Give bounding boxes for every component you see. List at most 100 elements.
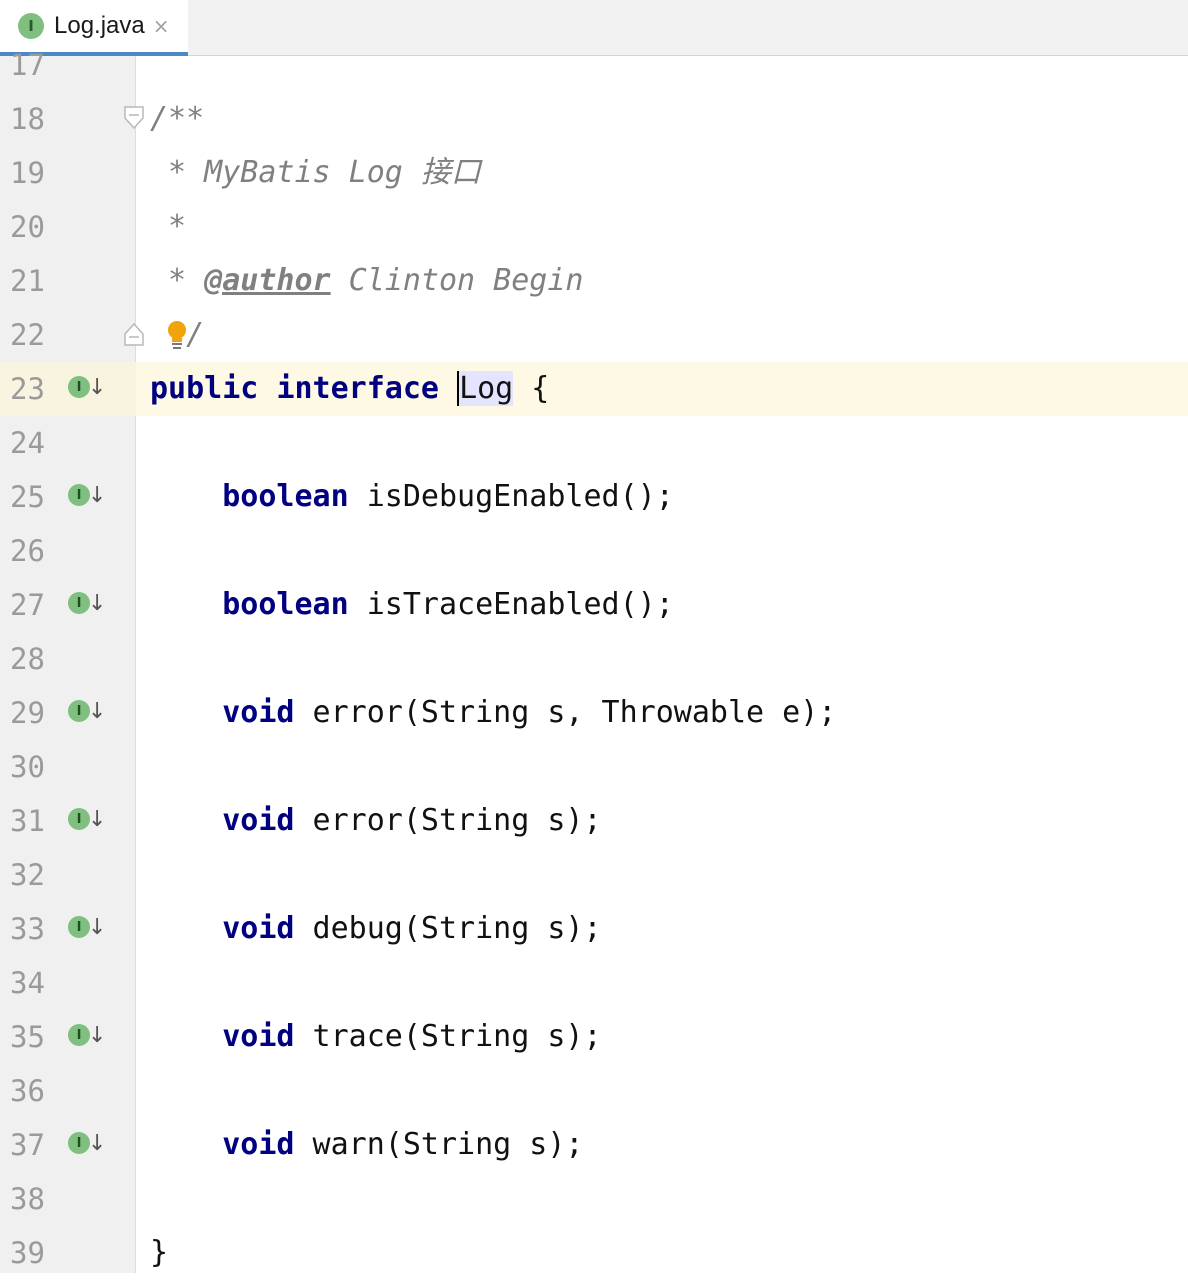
- line-number: 32: [10, 858, 45, 892]
- gutter-cell: 22: [0, 308, 136, 362]
- code-line: 21 * @author Clinton Begin: [0, 254, 1188, 308]
- interface-badge-icon: I: [68, 376, 90, 398]
- javadoc-tag: @author: [204, 263, 331, 298]
- gutter-cell: 31 I ↓: [0, 794, 136, 848]
- code-line: 34: [0, 956, 1188, 1010]
- gutter-cell: 32: [0, 848, 136, 902]
- implemented-by-icon[interactable]: I ↓: [68, 699, 107, 728]
- line-number: 38: [10, 1182, 45, 1216]
- line-number: 35: [10, 1020, 45, 1054]
- code-text: boolean isTraceEnabled();: [150, 578, 674, 632]
- line-number: 25: [10, 480, 45, 514]
- gutter-cell: 37 I ↓: [0, 1118, 136, 1172]
- code-rest: {: [513, 371, 550, 406]
- gutter-cell: 39: [0, 1226, 136, 1280]
- interface-badge-icon: I: [68, 808, 90, 830]
- line-number: 31: [10, 804, 45, 838]
- line-number: 39: [10, 1236, 45, 1270]
- keyword: void: [222, 695, 295, 730]
- implemented-by-icon[interactable]: I ↓: [68, 484, 106, 512]
- code-line: 29 I ↓ void error(String s, Throwable e);: [0, 686, 1188, 740]
- implemented-by-icon[interactable]: I ↓: [68, 1131, 107, 1160]
- code-line: 30: [0, 740, 1188, 794]
- keyword: public: [150, 371, 259, 406]
- code-line: 27 I ↓ boolean isTraceEnabled();: [0, 578, 1188, 632]
- line-number: 36: [10, 1074, 45, 1108]
- interface-file-icon: I: [18, 13, 44, 39]
- code-line: 24: [0, 416, 1188, 470]
- implemented-by-icon[interactable]: I ↓: [68, 1023, 107, 1052]
- code-line: 22 */: [0, 308, 1188, 362]
- comment-text: * MyBatis Log 接口: [150, 155, 481, 190]
- implemented-by-icon[interactable]: I ↓: [68, 375, 107, 404]
- fold-marker-icon[interactable]: [124, 322, 144, 346]
- comment-text: *: [150, 263, 205, 298]
- arrow-down-icon: ↓: [88, 1023, 107, 1048]
- arrow-down-icon: ↓: [88, 375, 107, 400]
- line-number: 28: [10, 642, 45, 676]
- line-number: 30: [10, 750, 45, 784]
- keyword: void: [222, 1127, 295, 1162]
- gutter-cell: 23 I ↓: [0, 362, 136, 416]
- method-signature: isDebugEnabled();: [348, 479, 674, 514]
- code-line: 35 I ↓ void trace(String s);: [0, 1010, 1188, 1064]
- fold-marker-icon[interactable]: [124, 106, 144, 130]
- keyword: interface: [276, 371, 439, 406]
- code-line: 33 I ↓ void debug(String s);: [0, 902, 1188, 956]
- code-text: }: [150, 1226, 168, 1280]
- code-text: /**: [150, 92, 204, 146]
- comment-text: /**: [150, 101, 205, 136]
- gutter-cell: 21: [0, 254, 136, 308]
- code-line: 23 I ↓ public interface Log {: [0, 362, 1188, 416]
- line-number: 24: [10, 426, 45, 460]
- implemented-by-icon[interactable]: I ↓: [68, 807, 107, 836]
- gutter-cell: 19: [0, 146, 136, 200]
- gutter-cell: 25 I ↓: [0, 470, 136, 524]
- gutter-cell: 17: [0, 38, 136, 92]
- keyword: void: [222, 803, 295, 838]
- line-number: 27: [10, 588, 45, 622]
- method-signature: error(String s);: [294, 803, 602, 838]
- keyword: boolean: [222, 479, 349, 514]
- code-text: void error(String s, Throwable e);: [150, 686, 836, 740]
- line-number: 18: [10, 102, 45, 136]
- gutter-cell: 24: [0, 416, 136, 470]
- gutter-cell: 33 I ↓: [0, 902, 136, 956]
- gutter-cell: 36: [0, 1064, 136, 1118]
- code-text: * MyBatis Log 接口: [150, 146, 481, 200]
- code-line: 28: [0, 632, 1188, 686]
- code-line: 38: [0, 1172, 1188, 1226]
- interface-badge-icon: I: [68, 484, 90, 506]
- interface-name[interactable]: Log: [457, 371, 514, 406]
- line-number: 34: [10, 966, 45, 1000]
- code-rest: }: [150, 1235, 169, 1270]
- interface-badge-icon: I: [68, 592, 90, 614]
- code-line: 19 * MyBatis Log 接口: [0, 146, 1188, 200]
- code-line: 39}: [0, 1226, 1188, 1280]
- lightbulb-icon[interactable]: [166, 320, 188, 350]
- code-line: 37 I ↓ void warn(String s);: [0, 1118, 1188, 1172]
- implemented-by-icon[interactable]: I ↓: [68, 592, 106, 620]
- code-line: 25 I ↓ boolean isDebugEnabled();: [0, 470, 1188, 524]
- gutter-cell: 29 I ↓: [0, 686, 136, 740]
- interface-badge-icon: I: [68, 700, 90, 722]
- close-icon[interactable]: ×: [153, 16, 170, 36]
- arrow-down-icon: ↓: [88, 1131, 107, 1156]
- code-line: 26: [0, 524, 1188, 578]
- code-text: void trace(String s);: [150, 1010, 601, 1064]
- comment-text: *: [150, 209, 187, 244]
- method-signature: debug(String s);: [294, 911, 602, 946]
- line-number: 22: [10, 318, 45, 352]
- code-line: 20 *: [0, 200, 1188, 254]
- method-signature: error(String s, Throwable e);: [294, 695, 837, 730]
- method-signature: isTraceEnabled();: [348, 587, 674, 622]
- keyword: void: [222, 1019, 295, 1054]
- line-number: 23: [10, 372, 45, 406]
- arrow-down-icon: ↓: [88, 807, 107, 832]
- implemented-by-icon[interactable]: I ↓: [68, 916, 106, 944]
- gutter-cell: 18: [0, 92, 136, 146]
- arrow-down-icon: ↓: [88, 699, 107, 724]
- keyword: void: [222, 911, 295, 946]
- line-number: 33: [10, 912, 45, 946]
- line-number: 26: [10, 534, 45, 568]
